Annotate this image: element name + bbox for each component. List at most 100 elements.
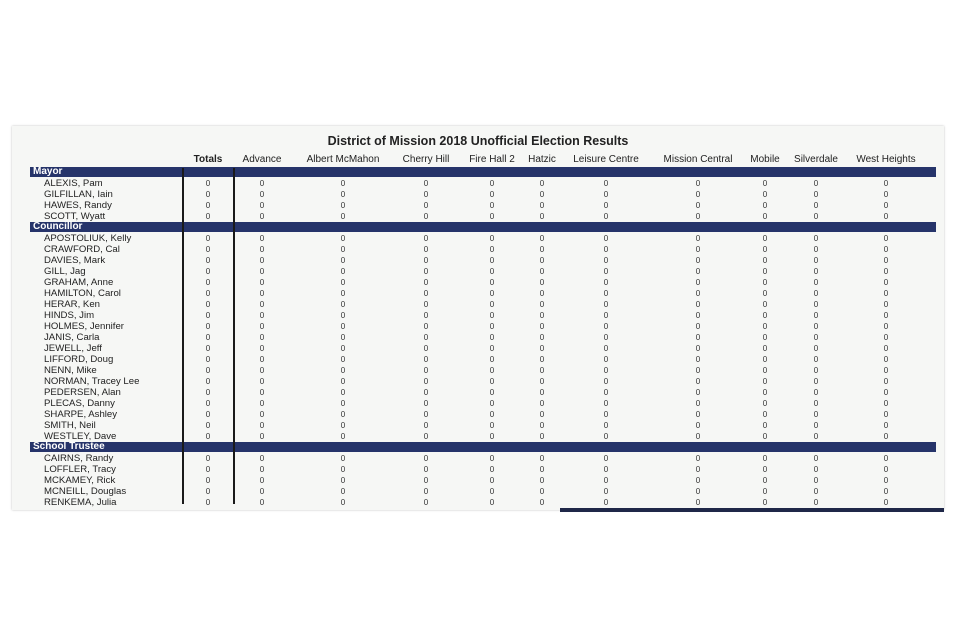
vote-count: 0: [883, 234, 889, 243]
vote-count: 0: [259, 234, 265, 243]
vote-count: 0: [259, 289, 265, 298]
vote-count: 0: [603, 322, 609, 331]
vote-count: 0: [539, 377, 545, 386]
column-header: Silverdale: [794, 154, 838, 165]
vote-count: 0: [340, 333, 346, 342]
candidate-name: HAMILTON, Carol: [44, 288, 121, 299]
vote-count: 0: [883, 465, 889, 474]
candidate-name: JEWELL, Jeff: [44, 343, 102, 354]
vote-count: 0: [883, 201, 889, 210]
vote-count: 0: [813, 256, 819, 265]
vote-count: 0: [539, 278, 545, 287]
vote-count: 0: [205, 498, 211, 507]
vote-count: 0: [205, 487, 211, 496]
vote-count: 0: [423, 201, 429, 210]
vote-count: 0: [762, 355, 768, 364]
vote-count: 0: [539, 355, 545, 364]
vote-count: 0: [762, 234, 768, 243]
vote-count: 0: [205, 267, 211, 276]
vote-count: 0: [259, 465, 265, 474]
vote-count: 0: [340, 498, 346, 507]
vote-count: 0: [603, 432, 609, 441]
vote-count: 0: [539, 366, 545, 375]
vote-count: 0: [539, 300, 545, 309]
vote-count: 0: [762, 465, 768, 474]
vote-count: 0: [340, 179, 346, 188]
vote-count: 0: [423, 465, 429, 474]
vote-count: 0: [695, 399, 701, 408]
vote-count: 0: [603, 289, 609, 298]
vote-count: 0: [340, 322, 346, 331]
vote-count: 0: [695, 355, 701, 364]
vote-count: 0: [603, 212, 609, 221]
candidate-name: GILL, Jag: [44, 266, 86, 277]
vote-count: 0: [539, 498, 545, 507]
vote-count: 0: [603, 311, 609, 320]
vote-count: 0: [695, 245, 701, 254]
vote-count: 0: [813, 344, 819, 353]
vote-count: 0: [423, 333, 429, 342]
vote-count: 0: [489, 322, 495, 331]
table-row: NORMAN, Tracey Lee 0 0 0 0 0 0 0 0 0 0 0: [30, 376, 936, 387]
vote-count: 0: [813, 289, 819, 298]
vote-count: 0: [883, 487, 889, 496]
vote-count: 0: [539, 454, 545, 463]
vote-count: 0: [695, 454, 701, 463]
vote-count: 0: [813, 267, 819, 276]
vote-count: 0: [883, 344, 889, 353]
vote-count: 0: [695, 190, 701, 199]
vote-count: 0: [762, 344, 768, 353]
vote-count: 0: [539, 476, 545, 485]
vote-count: 0: [695, 377, 701, 386]
vote-count: 0: [340, 289, 346, 298]
vote-count: 0: [489, 289, 495, 298]
vote-count: 0: [813, 212, 819, 221]
vote-count: 0: [259, 498, 265, 507]
table-row: HOLMES, Jennifer 0 0 0 0 0 0 0 0 0 0 0: [30, 321, 936, 332]
vote-count: 0: [883, 476, 889, 485]
vote-count: 0: [259, 267, 265, 276]
candidate-name: LIFFORD, Doug: [44, 354, 114, 365]
vote-count: 0: [205, 344, 211, 353]
column-header: Advance: [242, 154, 282, 165]
column-header: Cherry Hill: [402, 154, 450, 165]
vote-count: 0: [539, 311, 545, 320]
vote-count: 0: [259, 454, 265, 463]
vote-count: 0: [883, 300, 889, 309]
vote-count: 0: [423, 432, 429, 441]
vote-count: 0: [423, 454, 429, 463]
vote-count: 0: [259, 300, 265, 309]
vote-count: 0: [205, 421, 211, 430]
vote-count: 0: [489, 355, 495, 364]
vote-count: 0: [489, 190, 495, 199]
vote-count: 0: [489, 344, 495, 353]
vote-count: 0: [762, 256, 768, 265]
vote-count: 0: [813, 399, 819, 408]
vote-count: 0: [205, 355, 211, 364]
vote-count: 0: [762, 454, 768, 463]
vote-count: 0: [883, 399, 889, 408]
table-row: ALEXIS, Pam 0 0 0 0 0 0 0 0 0 0 0: [30, 178, 936, 189]
vote-count: 0: [340, 432, 346, 441]
table-row: SMITH, Neil 0 0 0 0 0 0 0 0 0 0 0: [30, 420, 936, 431]
vote-count: 0: [423, 476, 429, 485]
vote-count: 0: [340, 311, 346, 320]
vote-count: 0: [423, 245, 429, 254]
vote-count: 0: [423, 179, 429, 188]
table-row: HERAR, Ken 0 0 0 0 0 0 0 0 0 0 0: [30, 299, 936, 310]
vote-count: 0: [489, 201, 495, 210]
vote-count: 0: [603, 278, 609, 287]
vote-count: 0: [259, 410, 265, 419]
vote-count: 0: [205, 388, 211, 397]
vote-count: 0: [762, 377, 768, 386]
vote-count: 0: [539, 410, 545, 419]
vote-count: 0: [489, 212, 495, 221]
vote-count: 0: [259, 421, 265, 430]
vote-count: 0: [603, 234, 609, 243]
vote-count: 0: [695, 366, 701, 375]
vote-count: 0: [259, 366, 265, 375]
vote-count: 0: [762, 366, 768, 375]
vote-count: 0: [489, 311, 495, 320]
vote-count: 0: [205, 399, 211, 408]
vote-count: 0: [539, 487, 545, 496]
